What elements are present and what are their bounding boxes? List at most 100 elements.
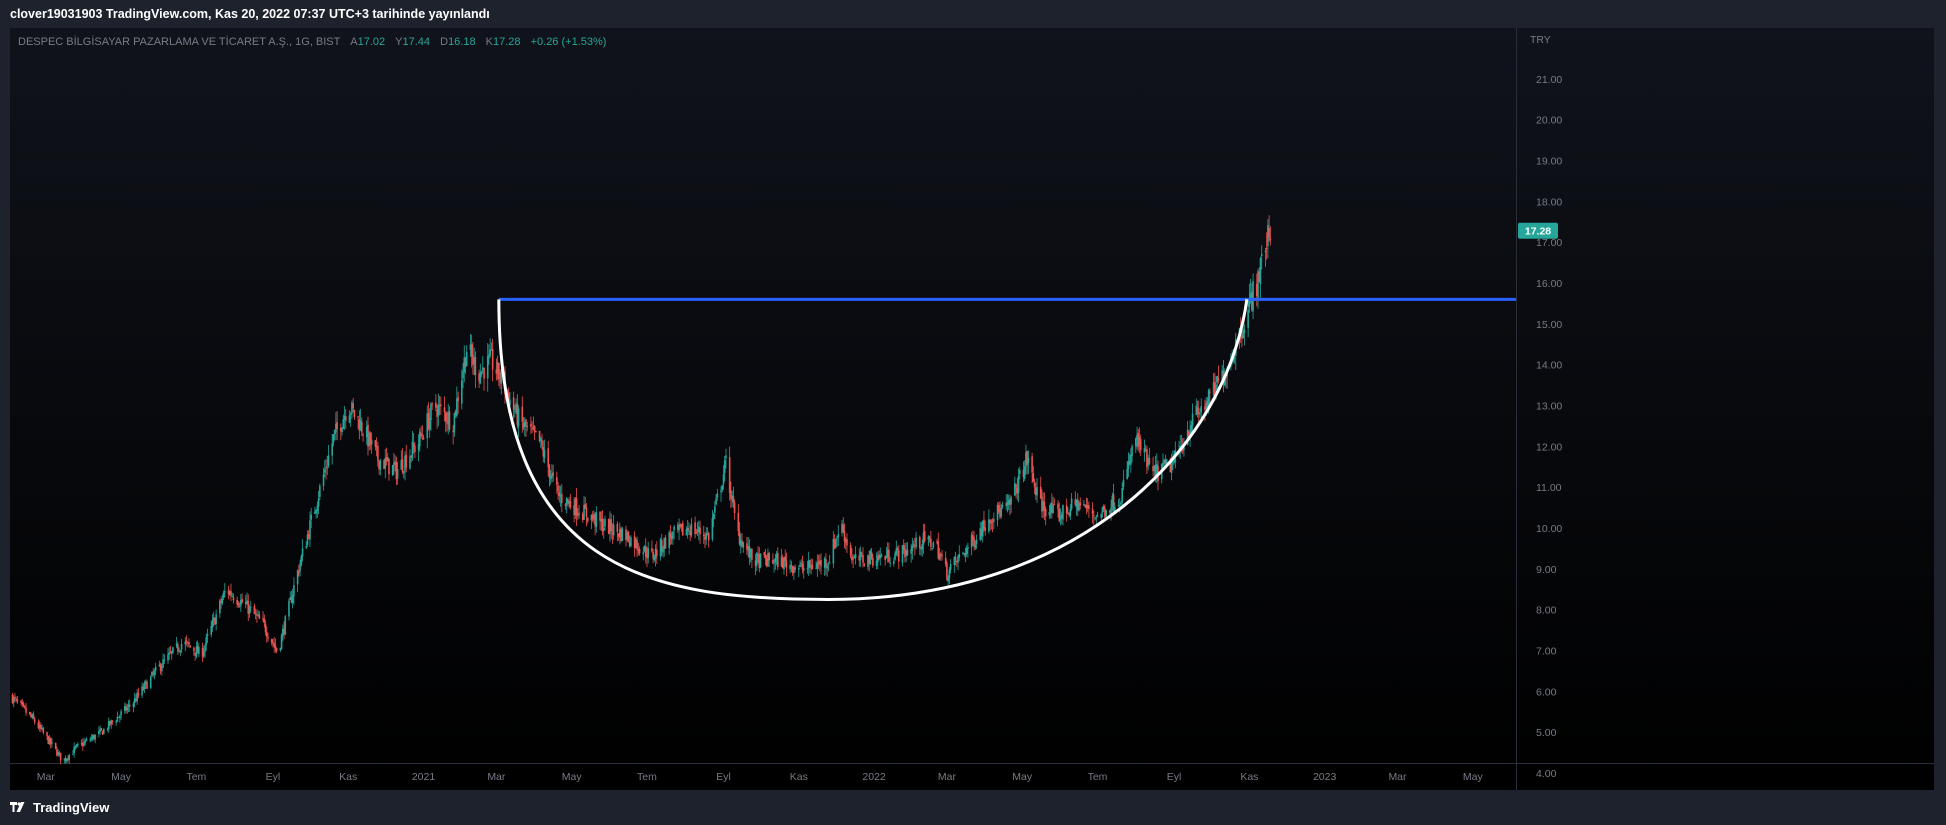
candle-body [552, 472, 554, 476]
candle-body [319, 485, 321, 497]
candle-body [143, 682, 146, 689]
y-tick-label: 14.00 [1536, 360, 1562, 372]
candle-body [275, 647, 278, 652]
candle-body [362, 434, 364, 436]
candle-body [1069, 509, 1072, 517]
candle-body [732, 495, 735, 503]
candle-body [172, 647, 174, 653]
x-tick-label: 2022 [862, 771, 886, 783]
candle-body [249, 607, 252, 609]
candle-body [288, 600, 290, 617]
candle-body [263, 618, 266, 623]
candle-body [949, 564, 952, 570]
candle-body [1247, 309, 1249, 328]
candle-body [897, 550, 900, 562]
candle-body [489, 349, 491, 356]
y-tick-label: 5.00 [1536, 727, 1557, 739]
candle-body [16, 699, 19, 702]
candle-body [1023, 466, 1026, 479]
x-tick-label: Tem [637, 771, 657, 783]
candle-body [712, 514, 715, 519]
last-price-label: 17.28 [1525, 226, 1551, 238]
candle-body [930, 538, 932, 548]
x-tick-label: May [1463, 771, 1484, 783]
candle-body [1036, 487, 1038, 496]
x-tick-label: Mar [938, 771, 957, 783]
candle-body [825, 559, 827, 568]
candle-body [32, 714, 35, 719]
candle-body [1100, 514, 1103, 518]
candle-body [560, 493, 563, 504]
y-tick-label: 18.00 [1536, 196, 1562, 208]
low-value: 16.18 [448, 36, 476, 48]
candle-body [944, 557, 947, 565]
candle-body [317, 498, 320, 507]
y-tick-label: 6.00 [1536, 686, 1557, 698]
candle-body [270, 639, 273, 643]
candle-body [28, 712, 31, 714]
candle-body [1200, 406, 1203, 413]
candle-body [137, 692, 140, 695]
candle-body [586, 517, 589, 522]
candle-body [688, 530, 690, 532]
candle-body [575, 498, 578, 516]
y-tick-label: 7.00 [1536, 646, 1557, 658]
candle-body [521, 406, 524, 422]
chart-panel[interactable]: TRY 4.00 5.00 6.00 7.00 8.00 9.00 10.00 11.00 12.… [10, 28, 1934, 790]
candle-body [811, 564, 814, 570]
currency-label: TRY [1530, 34, 1551, 46]
candle-body [309, 520, 311, 540]
candle-body [535, 431, 537, 433]
candle-body [161, 667, 163, 672]
candle-body [22, 703, 25, 706]
candle-body [414, 446, 416, 453]
candle-body [1079, 502, 1082, 506]
candle-body [806, 568, 809, 570]
candle-body [894, 553, 896, 560]
high-value: 17.44 [402, 36, 431, 48]
candle-body [627, 531, 630, 542]
candle-body [448, 411, 451, 430]
candle-body [777, 552, 779, 568]
candle-body [797, 567, 800, 570]
candle-body [1010, 497, 1012, 505]
candle-body [569, 501, 572, 508]
y-tick-label: 11.00 [1536, 482, 1562, 494]
candle-body [205, 636, 208, 645]
candle-body [85, 739, 88, 741]
candle-body [1095, 517, 1098, 519]
candle-body [533, 425, 536, 432]
x-tick-label: May [1012, 771, 1033, 783]
candle-body [1105, 510, 1107, 517]
candle-body [911, 545, 914, 551]
candle-body [630, 537, 632, 547]
y-tick-label: 10.00 [1536, 523, 1562, 535]
candle-body [146, 682, 148, 689]
candle-body [923, 530, 926, 542]
candle-body [578, 512, 580, 515]
candle-body [621, 528, 624, 542]
candle-body [1057, 503, 1059, 510]
candle-body [595, 512, 598, 528]
y-tick-label: 8.00 [1536, 605, 1557, 617]
candle-body [1126, 469, 1128, 480]
price-chart[interactable]: TRY 4.00 5.00 6.00 7.00 8.00 9.00 10.00 11.00 12.… [10, 28, 1934, 790]
candle-body [948, 569, 951, 579]
candle-body [193, 647, 195, 652]
candle-body [265, 632, 268, 637]
candle-body [1039, 486, 1042, 498]
candle-body [388, 458, 390, 475]
candle-body [512, 397, 515, 410]
candle-body [837, 534, 840, 538]
candle-body [852, 558, 854, 560]
tradingview-logo[interactable]: TradingView [10, 800, 109, 815]
candle-body [859, 552, 862, 561]
candle-body [1062, 505, 1064, 520]
candle-body [15, 698, 17, 700]
candle-body [210, 625, 213, 635]
candle-body [198, 647, 200, 655]
candle-body [177, 644, 179, 652]
candle-body [126, 707, 129, 711]
candle-body [642, 552, 645, 555]
y-tick-label: 17.00 [1536, 237, 1562, 249]
